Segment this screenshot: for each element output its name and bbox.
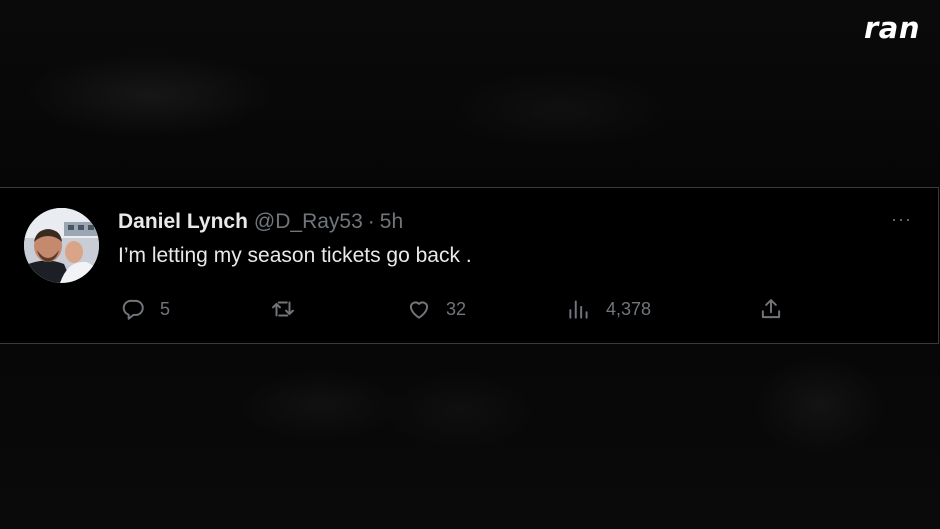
views-count: 4,378: [606, 298, 652, 319]
tweet-text: I’m letting my season tickets go back .: [118, 244, 472, 267]
retweet-button[interactable]: [270, 296, 310, 322]
reply-count: 5: [160, 298, 171, 319]
ran-logo: ran: [863, 11, 920, 45]
tweet-actions: 5 32 4,378: [0, 296, 938, 324]
tweet-header: Daniel Lynch @D_Ray53 · 5h: [118, 210, 403, 234]
reply-button[interactable]: 5: [120, 296, 170, 322]
video-frame: ran Daniel Lynch @D_Ray53 · 5h ··· I’m l…: [0, 0, 940, 529]
reply-icon: [122, 299, 144, 320]
more-options-icon[interactable]: ···: [891, 210, 912, 228]
author-name[interactable]: Daniel Lynch: [118, 210, 248, 234]
tweet-card[interactable]: Daniel Lynch @D_Ray53 · 5h ··· I’m letti…: [0, 187, 939, 344]
views-icon: [569, 300, 588, 319]
retweet-icon: [272, 301, 294, 317]
avatar[interactable]: [24, 208, 99, 283]
avatar-image: [24, 208, 99, 283]
tweet-timestamp[interactable]: 5h: [380, 210, 403, 234]
views-button[interactable]: 4,378: [566, 296, 651, 322]
author-handle[interactable]: @D_Ray53: [254, 210, 363, 234]
share-icon: [761, 299, 781, 319]
like-button[interactable]: 32: [406, 296, 466, 322]
heart-icon: [409, 301, 429, 319]
share-button[interactable]: [758, 296, 784, 322]
like-count: 32: [446, 298, 467, 319]
header-separator: ·: [367, 210, 375, 233]
